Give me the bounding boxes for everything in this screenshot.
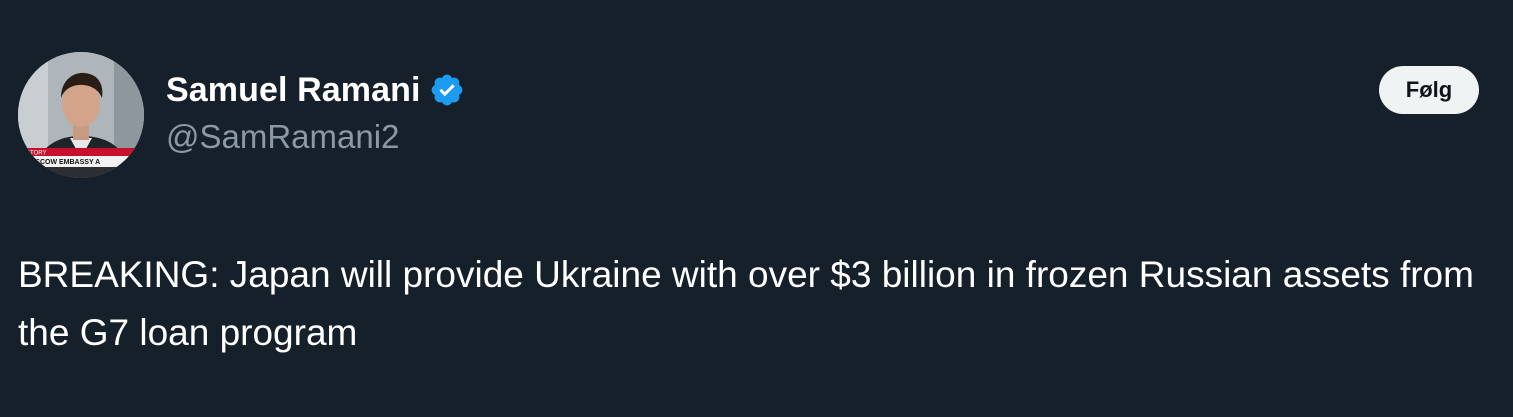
author-display-name[interactable]: Samuel Ramani [166,71,421,110]
avatar-banner-line-2: MOSCOW EMBASSY A [24,159,100,166]
author-handle[interactable]: @SamRamani2 [166,118,399,156]
author-name-row: Samuel Ramani [166,68,465,112]
tweet-text: BREAKING: Japan will provide Ukraine wit… [18,254,1474,353]
follow-button[interactable]: Følg [1379,66,1479,114]
verified-badge-icon [429,72,465,108]
avatar-banner-line-1: STORY [26,151,46,157]
tweet-card: STORY MOSCOW EMBASSY A Samuel Ramani @Sa… [0,0,1513,417]
avatar[interactable]: STORY MOSCOW EMBASSY A [18,52,144,178]
avatar-photo-icon: STORY MOSCOW EMBASSY A [18,52,144,178]
